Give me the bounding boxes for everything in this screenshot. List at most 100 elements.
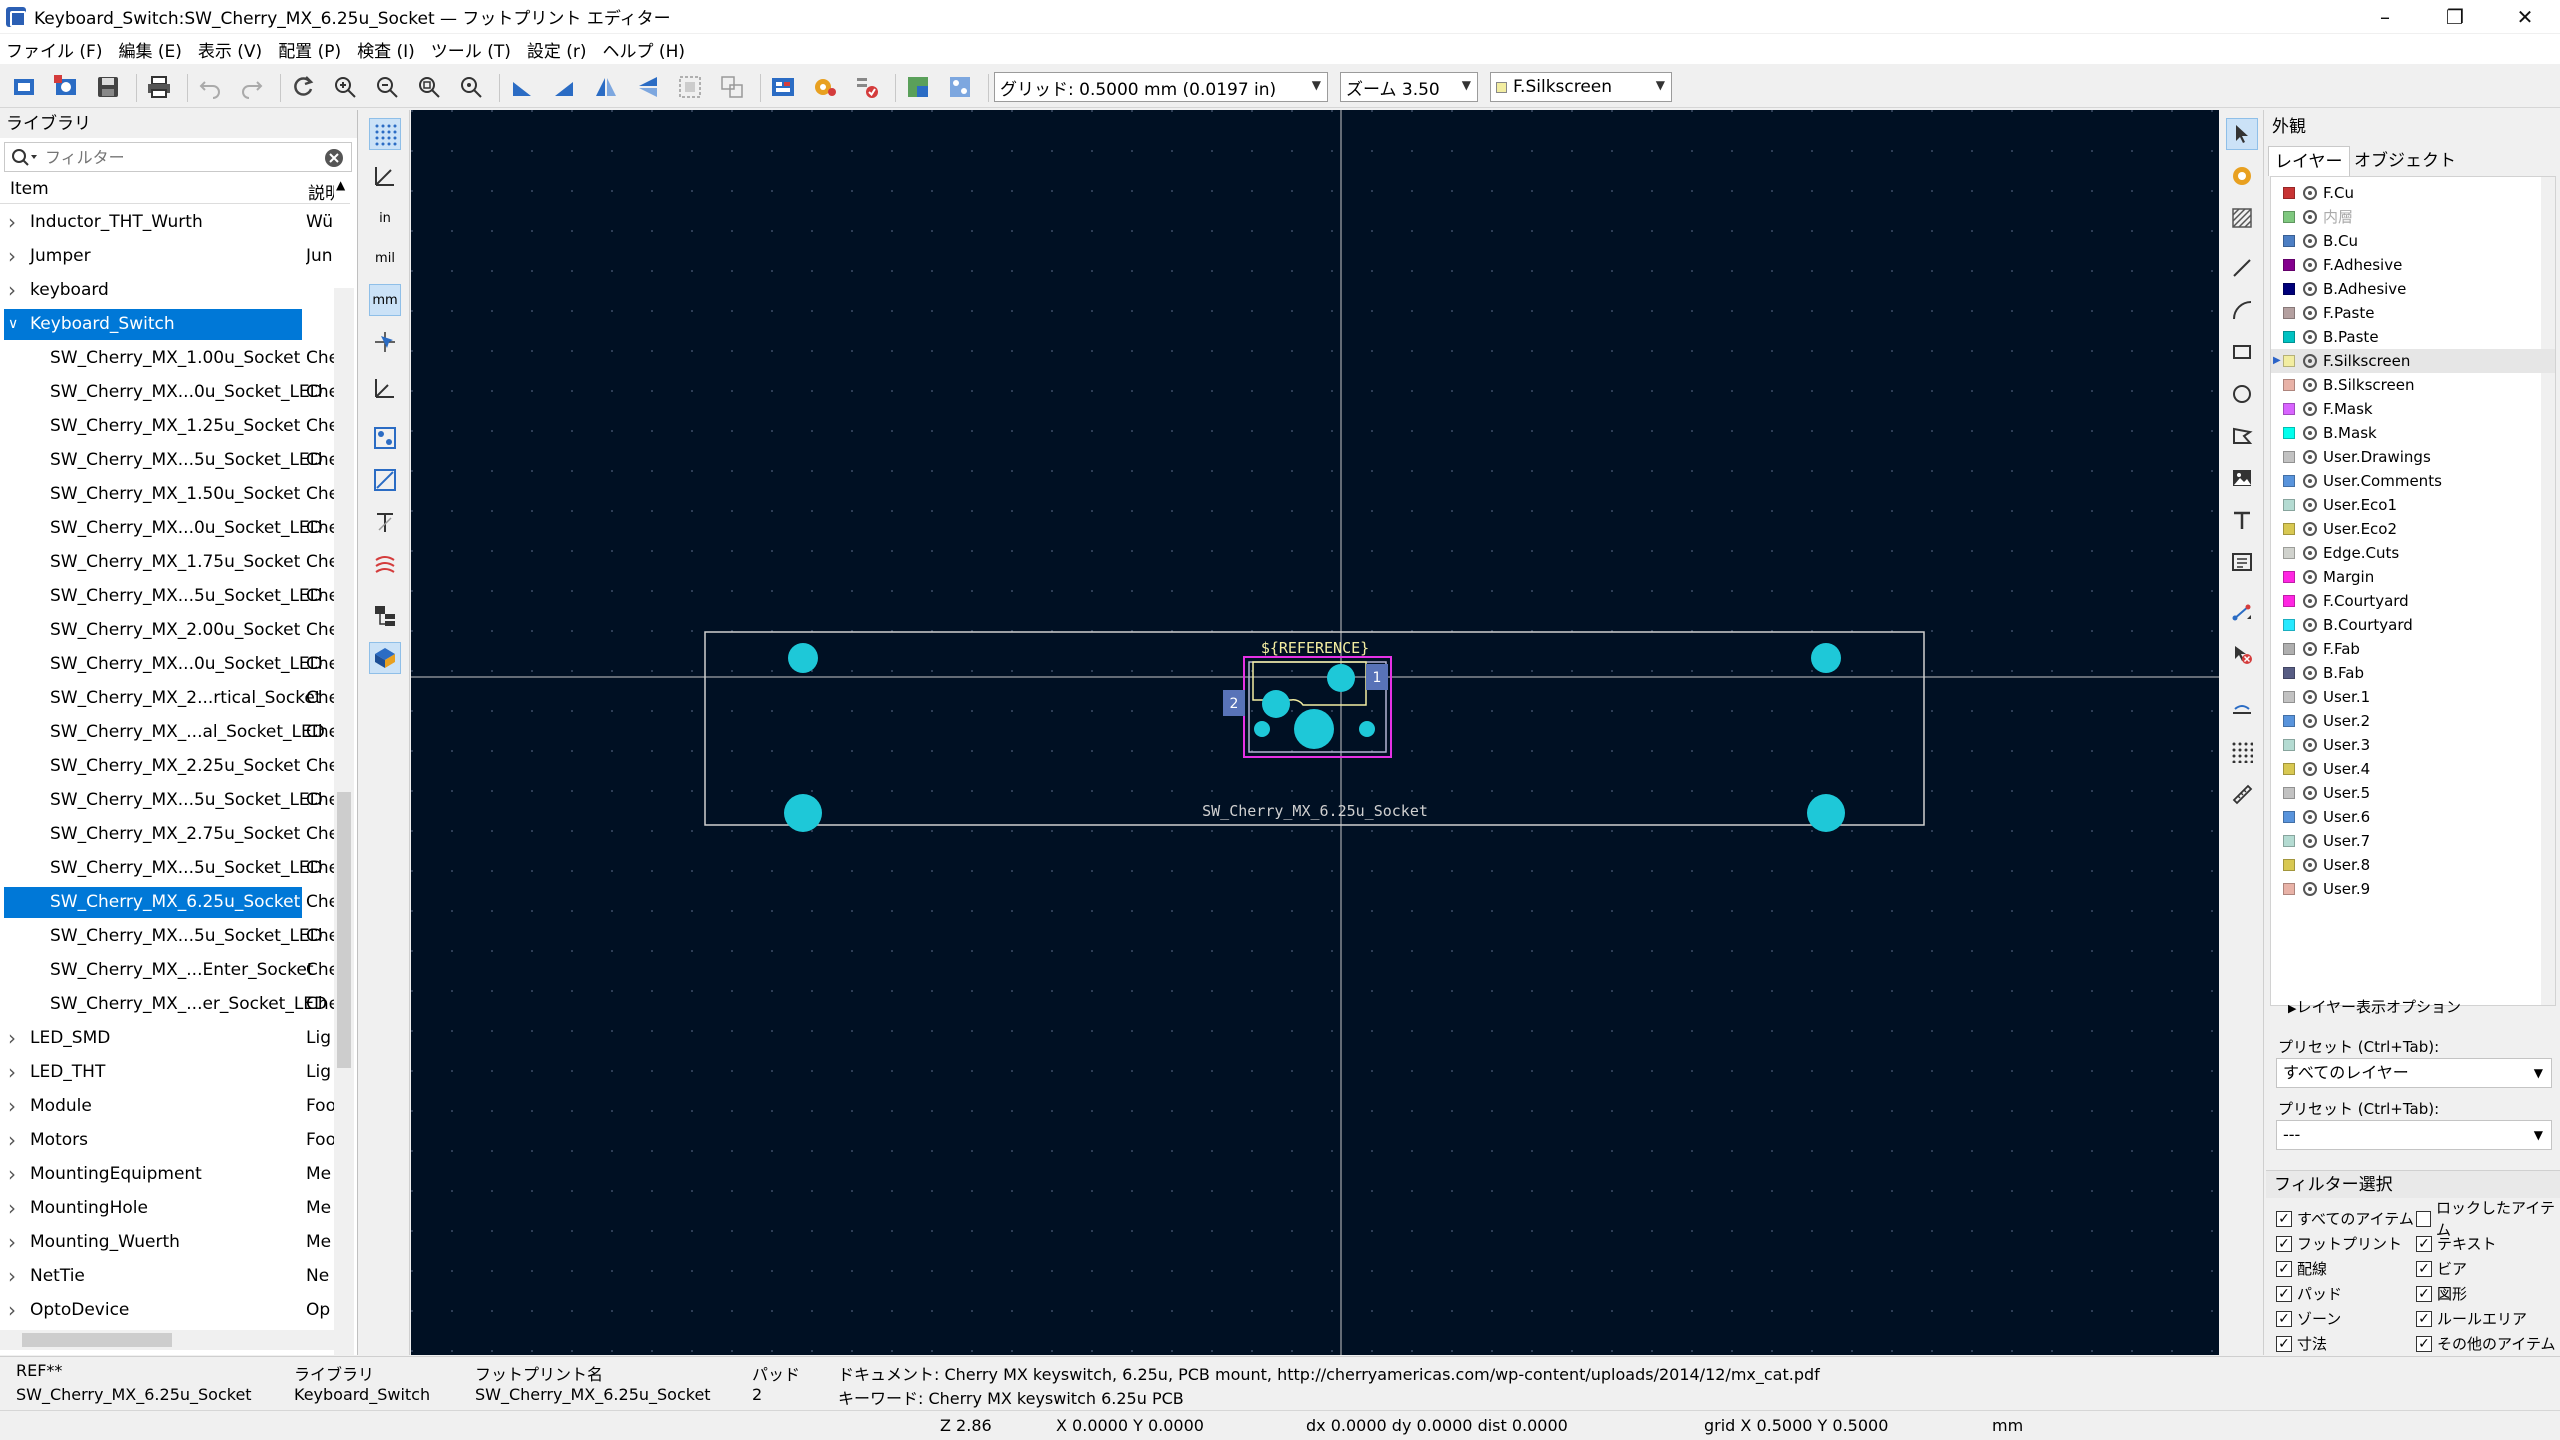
layer-color-swatch[interactable] bbox=[2283, 571, 2295, 583]
visibility-eye-icon[interactable] bbox=[2303, 378, 2317, 392]
chevron-right-icon[interactable]: › bbox=[8, 1158, 16, 1191]
layer-color-swatch[interactable] bbox=[2283, 187, 2295, 199]
layer-row[interactable]: User.5 bbox=[2271, 781, 2555, 805]
layer-color-swatch[interactable] bbox=[2283, 523, 2295, 535]
layer-color-swatch[interactable] bbox=[2283, 739, 2295, 751]
layer-row[interactable]: User.9 bbox=[2271, 877, 2555, 901]
layer-row[interactable]: F.Adhesive bbox=[2271, 253, 2555, 277]
rotate-ccw-icon[interactable] bbox=[506, 71, 538, 103]
layer-color-swatch[interactable] bbox=[2283, 619, 2295, 631]
checkbox-checked-icon[interactable]: ✓ bbox=[2416, 1311, 2432, 1327]
layer-row[interactable]: Margin bbox=[2271, 565, 2555, 589]
print-icon[interactable] bbox=[143, 71, 175, 103]
tree-item[interactable]: › Jumper Jun bbox=[0, 240, 340, 273]
viewport-select[interactable]: --- ▼ bbox=[2276, 1120, 2552, 1150]
tree-item[interactable]: SW_Cherry_MX...5u_Socket_LED Che bbox=[0, 580, 340, 613]
pin-hole-2[interactable] bbox=[1262, 690, 1290, 718]
pin-hole-1[interactable] bbox=[1327, 664, 1355, 692]
measure-tool-icon[interactable] bbox=[2226, 778, 2258, 810]
checkbox-checked-icon[interactable]: ✓ bbox=[2416, 1236, 2432, 1252]
footprint-properties-icon[interactable] bbox=[767, 71, 799, 103]
undo-icon[interactable] bbox=[194, 71, 226, 103]
visibility-eye-icon[interactable] bbox=[2303, 354, 2317, 368]
tree-item[interactable]: › MountingEquipment Me bbox=[0, 1158, 340, 1191]
chevron-right-icon[interactable]: › bbox=[8, 1124, 16, 1157]
tab-layers[interactable]: レイヤー bbox=[2268, 146, 2350, 176]
mirror-v-icon[interactable] bbox=[632, 71, 664, 103]
filter-checkbox[interactable]: ✓ 配線 bbox=[2276, 1258, 2327, 1280]
load-from-board-icon[interactable] bbox=[944, 71, 976, 103]
place-anchor-icon[interactable] bbox=[2226, 694, 2258, 726]
layer-row[interactable]: User.Eco2 bbox=[2271, 517, 2555, 541]
tree-item[interactable]: SW_Cherry_MX...5u_Socket_LED Che bbox=[0, 444, 340, 477]
tree-item[interactable]: SW_Cherry_MX_1.50u_Socket Che bbox=[0, 478, 340, 511]
add-dimension-icon[interactable] bbox=[2226, 596, 2258, 628]
layer-color-swatch[interactable] bbox=[2283, 307, 2295, 319]
filter-checkbox[interactable]: ✓ ビア bbox=[2416, 1258, 2467, 1280]
load-footprint-icon[interactable] bbox=[50, 71, 82, 103]
tree-item[interactable]: SW_Cherry_MX_2...rtical_Socket Che bbox=[0, 682, 340, 715]
filter-checkbox[interactable]: ✓ フットプリント bbox=[2276, 1233, 2402, 1255]
stabilizer-hole-bottom-right[interactable] bbox=[1807, 794, 1845, 832]
restore-icon[interactable]: ❐ bbox=[2420, 0, 2490, 33]
add-textbox-icon[interactable] bbox=[2226, 546, 2258, 578]
menu-help[interactable]: ヘルプ (H) bbox=[603, 37, 685, 62]
visibility-eye-icon[interactable] bbox=[2303, 474, 2317, 488]
stabilizer-hole-bottom-left[interactable] bbox=[784, 794, 822, 832]
visibility-eye-icon[interactable] bbox=[2303, 594, 2317, 608]
zoom-out-icon[interactable] bbox=[371, 71, 403, 103]
layer-row[interactable]: ▶ F.Silkscreen bbox=[2271, 349, 2555, 373]
layer-row[interactable]: User.Comments bbox=[2271, 469, 2555, 493]
tree-item[interactable]: › Mounting_Wuerth Me bbox=[0, 1226, 340, 1259]
layer-color-swatch[interactable] bbox=[2283, 547, 2295, 559]
tree-item[interactable]: SW_Cherry_MX_6.25u_Socket Che bbox=[0, 886, 340, 919]
checkbox-checked-icon[interactable]: ✓ bbox=[2276, 1261, 2292, 1277]
zoom-select[interactable]: ズーム 3.50 ▼ bbox=[1340, 72, 1478, 102]
grid-toggle-icon[interactable] bbox=[369, 118, 401, 150]
tree-item[interactable]: › LED_THT Lig bbox=[0, 1056, 340, 1089]
layer-color-swatch[interactable] bbox=[2283, 403, 2295, 415]
delete-tool-icon[interactable] bbox=[2226, 638, 2258, 670]
layer-row[interactable]: B.Paste bbox=[2271, 325, 2555, 349]
column-description[interactable]: 説明 bbox=[308, 179, 334, 204]
stabilizer-hole-top-right[interactable] bbox=[1811, 643, 1841, 673]
add-image-icon[interactable] bbox=[2226, 462, 2258, 494]
layer-row[interactable]: F.Cu bbox=[2271, 181, 2555, 205]
layer-color-swatch[interactable] bbox=[2283, 667, 2295, 679]
layer-row[interactable]: User.3 bbox=[2271, 733, 2555, 757]
draw-arc-icon[interactable] bbox=[2226, 294, 2258, 326]
library-filter-input[interactable] bbox=[45, 146, 315, 168]
layer-row[interactable]: F.Mask bbox=[2271, 397, 2555, 421]
tree-item[interactable]: SW_Cherry_MX...5u_Socket_LED Che bbox=[0, 920, 340, 953]
filter-checkbox[interactable]: ✓ すべてのアイテム bbox=[2276, 1208, 2414, 1230]
layer-row[interactable]: Edge.Cuts bbox=[2271, 541, 2555, 565]
visibility-eye-icon[interactable] bbox=[2303, 570, 2317, 584]
rotate-cw-icon[interactable] bbox=[548, 71, 580, 103]
chevron-right-icon[interactable]: › bbox=[8, 206, 16, 239]
checkbox-checked-icon[interactable]: ✓ bbox=[2416, 1336, 2432, 1352]
visibility-eye-icon[interactable] bbox=[2303, 834, 2317, 848]
grid-origin-icon[interactable] bbox=[2226, 736, 2258, 768]
draw-line-icon[interactable] bbox=[2226, 252, 2258, 284]
tree-item[interactable]: › OptoDevice Op bbox=[0, 1294, 340, 1327]
visibility-eye-icon[interactable] bbox=[2303, 666, 2317, 680]
filter-checkbox[interactable]: ✓ パッド bbox=[2276, 1283, 2342, 1305]
layer-color-swatch[interactable] bbox=[2283, 883, 2295, 895]
value-text[interactable]: SW_Cherry_MX_6.25u_Socket bbox=[1202, 802, 1428, 820]
visibility-eye-icon[interactable] bbox=[2303, 786, 2317, 800]
layer-row[interactable]: User.Drawings bbox=[2271, 445, 2555, 469]
visibility-eye-icon[interactable] bbox=[2303, 738, 2317, 752]
chevron-right-icon[interactable]: › bbox=[8, 240, 16, 273]
layer-select[interactable]: F.Silkscreen ▼ bbox=[1490, 72, 1672, 102]
layer-color-swatch[interactable] bbox=[2283, 643, 2295, 655]
scroll-thumb[interactable] bbox=[22, 1333, 172, 1347]
add-pad-icon[interactable] bbox=[2226, 160, 2258, 192]
ungroup-icon[interactable] bbox=[716, 71, 748, 103]
layer-row[interactable]: User.6 bbox=[2271, 805, 2555, 829]
redo-icon[interactable] bbox=[236, 71, 268, 103]
add-text-icon[interactable] bbox=[2226, 504, 2258, 536]
tree-item[interactable]: SW_Cherry_MX...0u_Socket_LED Che bbox=[0, 648, 340, 681]
close-icon[interactable]: ✕ bbox=[2490, 0, 2560, 33]
layer-color-swatch[interactable] bbox=[2283, 331, 2295, 343]
draw-circle-icon[interactable] bbox=[2226, 378, 2258, 410]
